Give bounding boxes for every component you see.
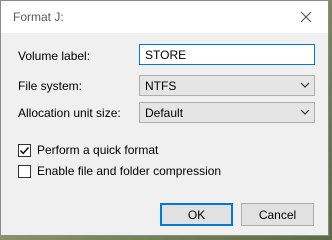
- file-system-select[interactable]: NTFS: [139, 75, 315, 96]
- chevron-down-icon: [300, 82, 310, 88]
- compression-label: Enable file and folder compression: [37, 164, 222, 178]
- allocation-unit-size-select[interactable]: Default: [139, 102, 315, 123]
- ok-button[interactable]: OK: [160, 203, 233, 226]
- chevron-down-icon: [300, 109, 310, 115]
- compression-checkbox[interactable]: [18, 164, 31, 178]
- volume-label-input[interactable]: STORE: [139, 44, 315, 65]
- allocation-unit-size-value: Default: [145, 106, 184, 120]
- format-dialog: Format J: Volume label: STORE File syste…: [0, 0, 329, 236]
- quick-format-label: Perform a quick format: [37, 143, 159, 157]
- file-system-value: NTFS: [145, 79, 177, 93]
- quick-format-option[interactable]: Perform a quick format: [18, 142, 158, 158]
- title-bar: Format J:: [1, 1, 328, 33]
- allocation-unit-size-label: Allocation unit size:: [18, 106, 121, 120]
- file-system-label: File system:: [18, 79, 83, 93]
- quick-format-checkbox[interactable]: [18, 143, 31, 157]
- close-icon: [300, 11, 312, 23]
- compression-option[interactable]: Enable file and folder compression: [18, 163, 221, 179]
- volume-label-label: Volume label:: [18, 49, 91, 63]
- close-button[interactable]: [284, 1, 328, 33]
- cancel-button[interactable]: Cancel: [241, 203, 314, 226]
- window-title: Format J:: [13, 10, 64, 24]
- checkmark-icon: [19, 146, 30, 154]
